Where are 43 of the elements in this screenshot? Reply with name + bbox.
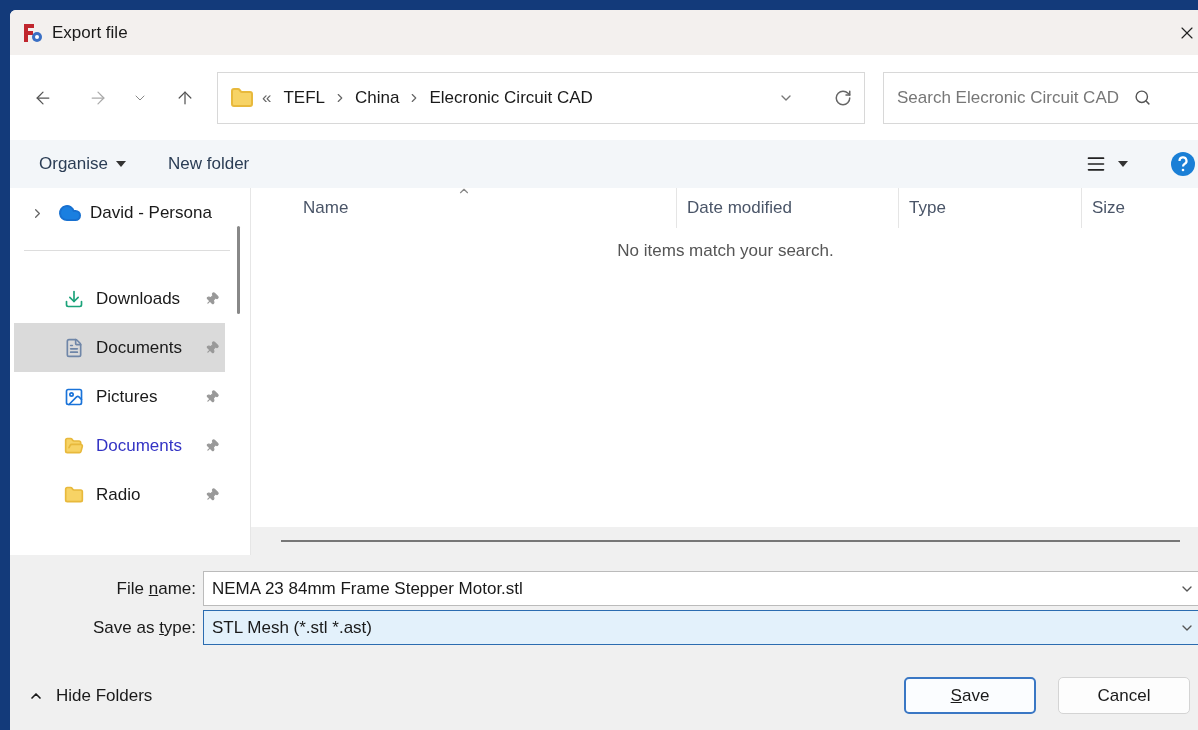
sidebar-item[interactable]: Downloads — [14, 274, 225, 323]
column-header[interactable]: Size — [1081, 188, 1191, 228]
column-header[interactable]: Date modified — [676, 188, 898, 228]
horizontal-scrollbar[interactable] — [251, 527, 1198, 555]
overflow-chevron[interactable]: « — [262, 84, 272, 111]
hide-folders-button[interactable]: Hide Folders — [28, 682, 153, 709]
combo-field[interactable]: STL Mesh (*.stl *.ast) — [203, 610, 1198, 645]
folder-icon — [64, 484, 84, 505]
view-options-button[interactable] — [1086, 154, 1130, 174]
new-folder-button[interactable]: New folder — [168, 151, 250, 177]
search-field[interactable]: Search Elecronic Circuit CAD — [883, 71, 1198, 124]
dialog-button[interactable]: Save — [904, 677, 1036, 714]
sidebar-item[interactable]: David - Persona — [90, 200, 212, 226]
sidebar-item[interactable]: Documents — [14, 323, 225, 372]
organise-menu[interactable]: Organise — [39, 151, 128, 177]
empty-message: No items match your search. — [617, 240, 835, 262]
search-icon — [1134, 88, 1151, 106]
sidebar-item[interactable]: Documents — [14, 421, 225, 470]
image-icon — [64, 386, 84, 407]
list-view-icon — [1086, 154, 1106, 174]
field-label: Save as type: — [91, 616, 196, 639]
help-icon[interactable] — [1170, 151, 1196, 177]
sidebar-item[interactable]: Radio — [14, 470, 225, 519]
scrollbar-thumb[interactable] — [237, 226, 240, 314]
breadcrumb[interactable]: China — [355, 84, 400, 111]
folder-icon — [230, 85, 254, 110]
refresh-icon[interactable] — [834, 88, 852, 107]
folder-icon — [64, 435, 84, 456]
window-title: Export file — [52, 21, 128, 44]
dialog-button[interactable]: Cancel — [1058, 677, 1190, 714]
sidebar-item[interactable]: Pictures — [14, 372, 225, 421]
document-icon — [64, 337, 84, 358]
caret-icon — [1116, 160, 1130, 168]
breadcrumb[interactable]: TEFL — [283, 84, 326, 111]
download-icon — [64, 288, 84, 309]
address-bar[interactable]: « TEFL China Elecronic Circuit CAD — [217, 71, 865, 124]
field-label: File name: — [115, 577, 196, 600]
column-header[interactable]: Name — [251, 188, 676, 228]
combo-field[interactable]: NEMA 23 84mm Frame Stepper Motor.stl — [203, 571, 1198, 606]
app-logo-icon — [22, 21, 44, 44]
caret-icon — [114, 160, 128, 168]
breadcrumb[interactable]: Elecronic Circuit CAD — [429, 84, 593, 111]
column-header[interactable]: Type — [898, 188, 1081, 228]
